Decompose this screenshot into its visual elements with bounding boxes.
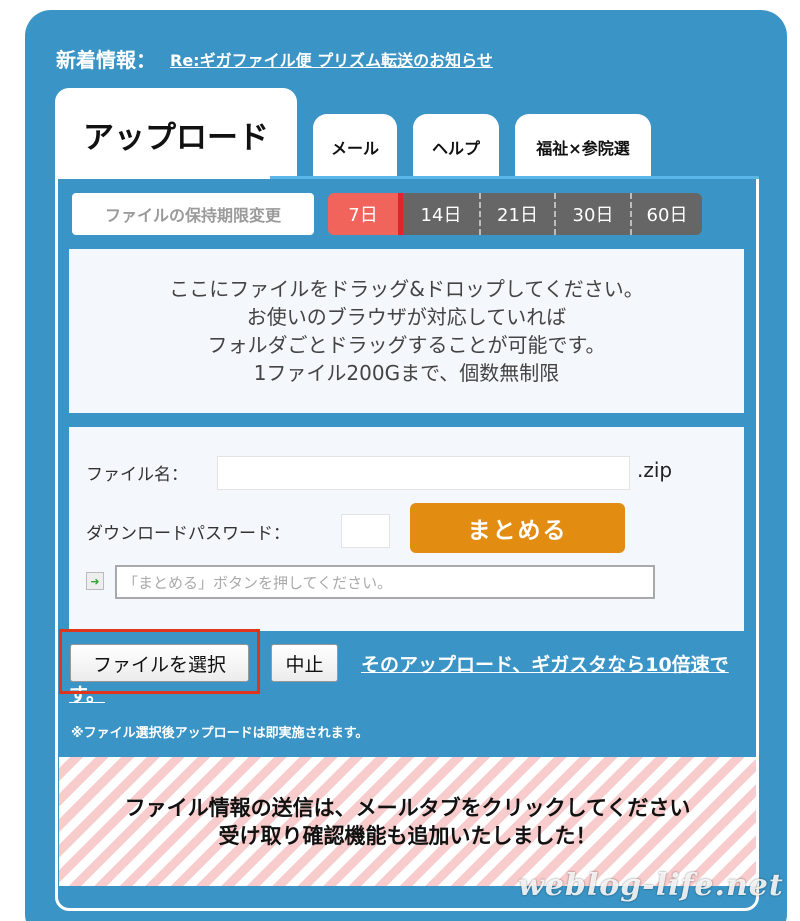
drop-zone-line: 1ファイル200Gまで、個数無制限	[253, 361, 560, 385]
password-label: ダウンロードパスワード：	[86, 524, 290, 544]
zip-extension-label: .zip	[637, 458, 673, 482]
arrow-right-icon: ➜	[86, 572, 104, 590]
period-option-7[interactable]: 7日	[328, 193, 403, 235]
tab-upload[interactable]: アップロード	[55, 88, 297, 180]
news-bar: 新着情報： Re:ギガファイル便 プリズム転送のお知らせ	[56, 44, 493, 73]
drop-zone-line: お使いのブラウザが対応していれば	[246, 305, 567, 329]
stop-button[interactable]: 中止	[271, 644, 338, 682]
status-field: 「まとめる」ボタンを押してください。	[115, 565, 655, 599]
notice-banner: ファイル情報の送信は、メールタブをクリックしてください 受け取り確認機能も追加い…	[59, 757, 756, 886]
password-input[interactable]	[341, 514, 390, 548]
period-option-30[interactable]: 30日	[554, 193, 630, 235]
file-drop-zone[interactable]: ここにファイルをドラッグ&ドロップしてください。 お使いのブラウザが対応していれ…	[69, 249, 744, 413]
panel-top-border	[270, 176, 759, 179]
tab-election[interactable]: 福祉×参院選	[515, 114, 651, 180]
upload-note: ※ファイル選択後アップロードは即実施されます。	[71, 726, 369, 741]
period-option-14[interactable]: 14日	[403, 193, 479, 235]
filename-input[interactable]	[217, 456, 630, 490]
period-option-21[interactable]: 21日	[479, 193, 554, 235]
news-label: 新着情報：	[56, 48, 156, 72]
combine-button[interactable]: まとめる	[410, 503, 625, 553]
period-option-60[interactable]: 60日	[630, 193, 702, 235]
tab-mail[interactable]: メール	[313, 114, 397, 180]
drop-zone-line: フォルダごとドラッグすることが可能です。	[207, 333, 606, 357]
drop-zone-line: ここにファイルをドラッグ&ドロップしてください。	[169, 277, 644, 301]
retention-period-selector: 7日 14日 21日 30日 60日	[328, 193, 702, 235]
filename-label: ファイル名：	[86, 465, 188, 485]
retention-change-button[interactable]: ファイルの保持期限変更	[72, 193, 314, 235]
choose-file-button[interactable]: ファイルを選択	[70, 644, 249, 682]
watermark: weblog-life.net	[518, 868, 784, 903]
notice-line: 受け取り確認機能も追加いたしました！	[218, 823, 597, 848]
news-link[interactable]: Re:ギガファイル便 プリズム転送のお知らせ	[170, 47, 493, 71]
tab-help[interactable]: ヘルプ	[413, 114, 499, 180]
notice-line: ファイル情報の送信は、メールタブをクリックしてください	[124, 795, 691, 820]
